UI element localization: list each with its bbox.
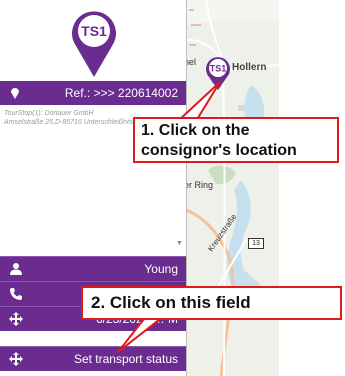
- contact-name: Young: [144, 262, 178, 276]
- map-stop-marker[interactable]: TS1: [203, 53, 233, 91]
- reference-bar[interactable]: Ref.: >>> 220614002: [0, 81, 186, 105]
- screenshot-frame: hel Hollern er Ring Kreuzstraße 13 TS1 T…: [0, 0, 345, 376]
- location-pin-icon: [11, 88, 19, 99]
- move-icon: [9, 352, 23, 366]
- stop-pin-label: TS1: [81, 23, 107, 39]
- instruction-callout-1: 1. Click on the consignor's location: [133, 117, 339, 163]
- road-number-sign: 13: [248, 238, 264, 249]
- scroll-down-arrow[interactable]: ▼: [176, 240, 183, 247]
- move-icon: [9, 312, 23, 326]
- set-transport-status-label: Set transport status: [73, 352, 178, 366]
- map-street-label: er Ring: [186, 180, 214, 190]
- map-label-partial: hel: [186, 57, 197, 67]
- callout-1-line-1: 1. Click on the: [141, 122, 250, 139]
- callout-1-line-2: consignor's location: [141, 142, 297, 159]
- phone-icon: [10, 288, 22, 300]
- stop-pin-icon: TS1: [72, 11, 116, 77]
- person-icon: [10, 263, 22, 275]
- instruction-callout-2: 2. Click on this field: [81, 286, 342, 320]
- contact-name-row[interactable]: Young: [0, 256, 186, 281]
- map-stop-marker-label: TS1: [210, 64, 227, 74]
- map-town-label: Hollern: [232, 62, 267, 73]
- set-transport-status-row[interactable]: Set transport status: [0, 346, 186, 371]
- reference-text: Ref.: >>> 220614002: [64, 86, 178, 100]
